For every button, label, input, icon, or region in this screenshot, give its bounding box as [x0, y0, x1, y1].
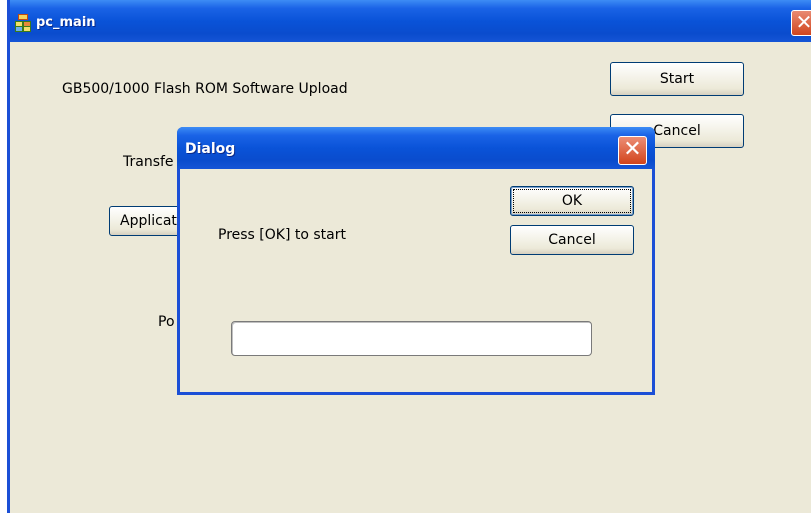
- dialog-cancel-button[interactable]: Cancel: [510, 225, 634, 255]
- dialog-titlebar[interactable]: Dialog ✕: [177, 127, 655, 169]
- page-heading: GB500/1000 Flash ROM Software Upload: [62, 81, 348, 97]
- dialog-title: Dialog: [185, 141, 236, 157]
- port-label: Po: [158, 314, 175, 330]
- dialog-message: Press [OK] to start: [218, 227, 346, 243]
- transfer-label: Transfe: [123, 154, 174, 170]
- close-icon[interactable]: ✕: [618, 136, 647, 165]
- application-icon: [15, 14, 31, 32]
- progress-bar: [231, 321, 592, 356]
- dialog-body: Press [OK] to start OK Cancel: [180, 169, 652, 392]
- ok-button[interactable]: OK: [510, 186, 634, 216]
- window-title: pc_main: [36, 15, 96, 30]
- close-icon[interactable]: ✕: [791, 10, 811, 36]
- main-titlebar[interactable]: pc_main ✕: [10, 0, 811, 42]
- start-button[interactable]: Start: [610, 62, 744, 96]
- dialog-window: Dialog ✕ Press [OK] to start OK Cancel: [177, 127, 655, 395]
